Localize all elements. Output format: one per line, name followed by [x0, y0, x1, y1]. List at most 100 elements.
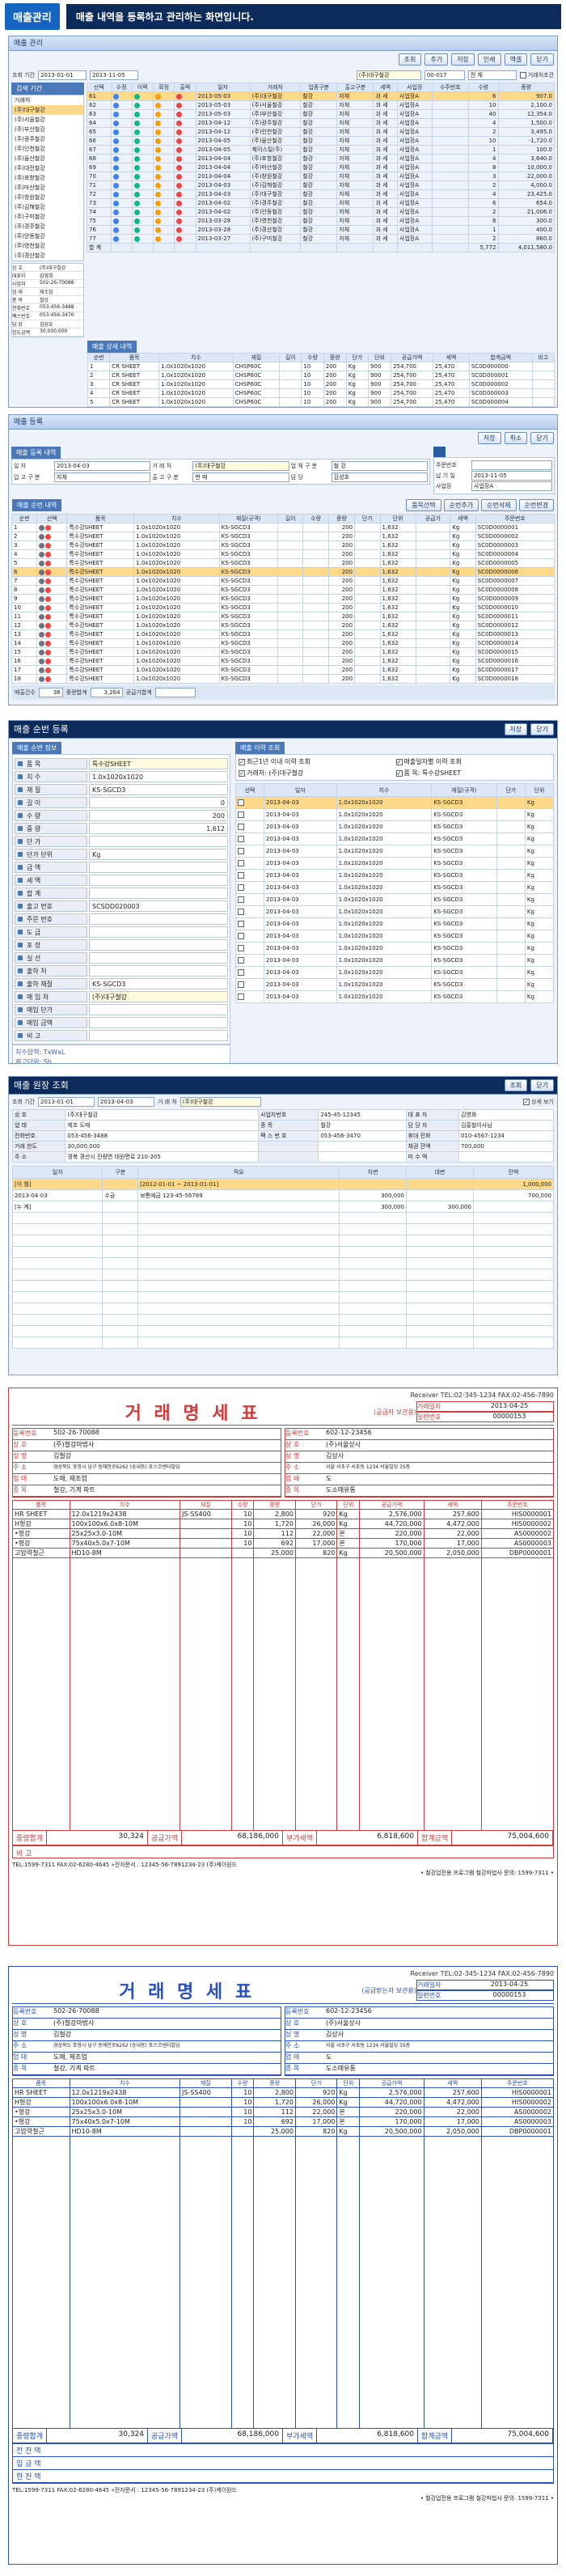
info-value[interactable]: 김홍철이사님 [458, 1120, 555, 1131]
row-select-cell[interactable] [234, 857, 265, 870]
edit-icon[interactable] [39, 551, 45, 557]
table-row[interactable]: 3 특수강SHEET 1.0x1020x1020 KS-SGCD3 200 1,632 Kg… [11, 540, 555, 550]
edit-icon[interactable] [39, 622, 45, 629]
print-icon[interactable] [176, 102, 183, 108]
edit-icon[interactable] [112, 155, 119, 162]
table-row[interactable]: 72 2013-04-03 (주)대구철강 철강 자체 과 세 사업장A 4 23,425.0 [87, 189, 555, 199]
column-header[interactable]: 일자 [195, 83, 251, 92]
history-filter-check[interactable]: ✓ 품 목: 특수강SHEET [395, 769, 551, 777]
checkbox[interactable] [238, 848, 244, 854]
edit-icon[interactable] [39, 658, 45, 664]
edit-icon[interactable] [39, 560, 45, 566]
history-icon[interactable] [133, 93, 140, 100]
info-value[interactable]: 053-456-3488 [65, 1130, 260, 1142]
column-header[interactable]: 거래처 [249, 83, 302, 92]
table-row[interactable]: 62 2013-05-03 (주)서울철강 철강 자체 과 세 사업장A 10 2,100.0 [87, 100, 555, 110]
row-select-cell[interactable] [36, 665, 68, 675]
toolbar-button[interactable]: 닫기 [530, 53, 554, 66]
detail-check[interactable]: ✓ 상세 보기 [523, 1098, 554, 1106]
delete-icon[interactable] [45, 658, 52, 664]
checkbox[interactable] [238, 933, 244, 939]
table-row[interactable]: 69 2013-04-04 (주)마산철강 철강 자체 과 세 사업장A 8 10,000.0 [87, 163, 555, 172]
checkbox[interactable]: ✓ [239, 758, 245, 765]
edit-icon[interactable] [39, 604, 45, 611]
checkbox[interactable] [238, 909, 244, 915]
delete-icon[interactable] [45, 667, 52, 673]
edit-icon[interactable] [112, 218, 119, 224]
column-header[interactable]: 치수 [336, 783, 433, 797]
table-row[interactable]: 14 특수강SHEET 1.0x1020x1020 KS-SGCD3 200 1,632 K… [11, 638, 555, 648]
tree-item[interactable]: (주)대전철강 [12, 163, 83, 173]
row-icon-cell[interactable] [131, 100, 154, 110]
detail-row[interactable]: 3 CR SHEET 1.0x1020x1020 CHSP60C 10 200 Kg 900 2… [87, 379, 555, 389]
print-icon[interactable] [176, 218, 183, 224]
tree-item[interactable]: (주)광주철강 [12, 134, 83, 144]
ledger-row[interactable]: 2013-04-03 수금 보통예금 123-45-56789 300,000 700,… [11, 1189, 555, 1201]
delete-icon[interactable] [45, 569, 52, 575]
checkbox[interactable] [238, 884, 244, 891]
tree-item[interactable]: (주)창원철강 [12, 193, 83, 202]
column-header[interactable]: 선택 [87, 83, 112, 92]
checkbox[interactable] [238, 957, 244, 964]
edit-icon[interactable] [39, 640, 45, 646]
delete-icon[interactable] [45, 578, 52, 584]
delete-icon[interactable] [45, 622, 52, 629]
column-header[interactable]: 길이 [277, 514, 304, 523]
print-icon[interactable] [176, 111, 183, 117]
print-icon[interactable] [176, 200, 183, 206]
row-select-cell[interactable] [234, 954, 265, 967]
edit-icon[interactable] [39, 587, 45, 593]
row-select-cell[interactable] [36, 532, 68, 541]
row-icon-cell[interactable] [152, 154, 175, 163]
column-header[interactable]: 차변 [339, 1166, 408, 1179]
column-header[interactable]: 출력 [174, 83, 196, 92]
row-icon-cell[interactable] [131, 145, 154, 155]
history-icon[interactable] [133, 111, 140, 117]
table-row[interactable]: 8 특수강SHEET 1.0x1020x1020 KS-SGCD3 200 1,632 Kg… [11, 585, 555, 595]
history-icon[interactable] [133, 102, 140, 108]
table-row[interactable]: 7 특수강SHEET 1.0x1020x1020 KS-SGCD3 200 1,632 Kg… [11, 576, 555, 586]
table-row[interactable]: 5 특수강SHEET 1.0x1020x1020 KS-SGCD3 200 1,632 Kg… [11, 558, 555, 568]
toolbar-button[interactable]: 조회 [398, 53, 422, 66]
delete-icon[interactable] [45, 676, 52, 682]
field-input[interactable]: (주)대구철강 [89, 990, 228, 1002]
row-icon-cell[interactable] [131, 136, 154, 146]
sub-button[interactable]: 품목선택 [406, 499, 441, 511]
row-select-cell[interactable] [36, 638, 68, 648]
history-row[interactable]: 2013-04-03 1.0x1020x1020 KS-SGCD3 Kg [234, 954, 555, 967]
row-icon-cell[interactable] [110, 234, 133, 244]
history-icon[interactable] [133, 146, 140, 153]
row-icon-cell[interactable] [152, 136, 175, 146]
row-select-cell[interactable] [36, 656, 68, 666]
field-input[interactable] [89, 1003, 228, 1015]
table-row[interactable]: 10 특수강SHEET 1.0x1020x1020 KS-SGCD3 200 1,632 K… [11, 603, 555, 612]
column-header[interactable]: 세액 [432, 353, 470, 362]
table-row[interactable]: 66 2013-04-05 (주)울산철강 철강 자체 과 세 사업장A 10 -1,720.0 [87, 136, 555, 146]
history-filter-check[interactable]: ✓ 거래처: (주)대구철강 [239, 769, 394, 777]
table-row[interactable]: 61 2013-05-03 (주)대구철강 철강 자체 과 세 사업장A 6 907.0 [87, 91, 555, 101]
info-value[interactable]: 700,000 [458, 1141, 555, 1152]
edit-icon[interactable] [112, 146, 119, 153]
tree-item[interactable]: (주)김해철강 [12, 202, 83, 212]
row-icon-cell[interactable] [131, 189, 154, 199]
table-row[interactable]: 71 2013-04-03 (주)김해철강 철강 자체 과 세 사업장A 2 4,000.0 [87, 180, 555, 190]
history-row[interactable]: 2013-04-03 1.0x1020x1020 KS-SGCD3 Kg [234, 905, 555, 918]
row-select-cell[interactable] [234, 990, 265, 1003]
checkbox[interactable]: ✓ [395, 769, 403, 777]
field-input[interactable]: 2013-11-05 [471, 471, 552, 481]
row-select-cell[interactable] [234, 905, 265, 918]
row-icon-cell[interactable] [131, 216, 154, 226]
history-icon[interactable] [133, 235, 140, 242]
column-header[interactable]: 재질(규격) [218, 514, 278, 523]
row-icon-cell[interactable] [152, 216, 175, 226]
history-row[interactable]: 2013-04-03 1.0x1020x1020 KS-SGCD3 Kg [234, 990, 555, 1003]
toolbar-button[interactable]: 저장 [504, 723, 528, 735]
row-icon-cell[interactable] [131, 118, 154, 128]
toolbar-button[interactable]: 엑셀 [504, 53, 528, 66]
table-row[interactable]: 68 2013-04-04 (주)포항철강 철강 자체 과 세 사업장A 4 3,640.0 [87, 154, 555, 163]
table-row[interactable]: 4 특수강SHEET 1.0x1020x1020 KS-SGCD3 200 1,632 Kg… [11, 549, 555, 559]
row-select-cell[interactable] [36, 603, 68, 612]
type-combo[interactable]: 전 체 [467, 70, 517, 80]
row-select-cell[interactable] [234, 893, 265, 906]
edit-icon[interactable] [112, 209, 119, 215]
